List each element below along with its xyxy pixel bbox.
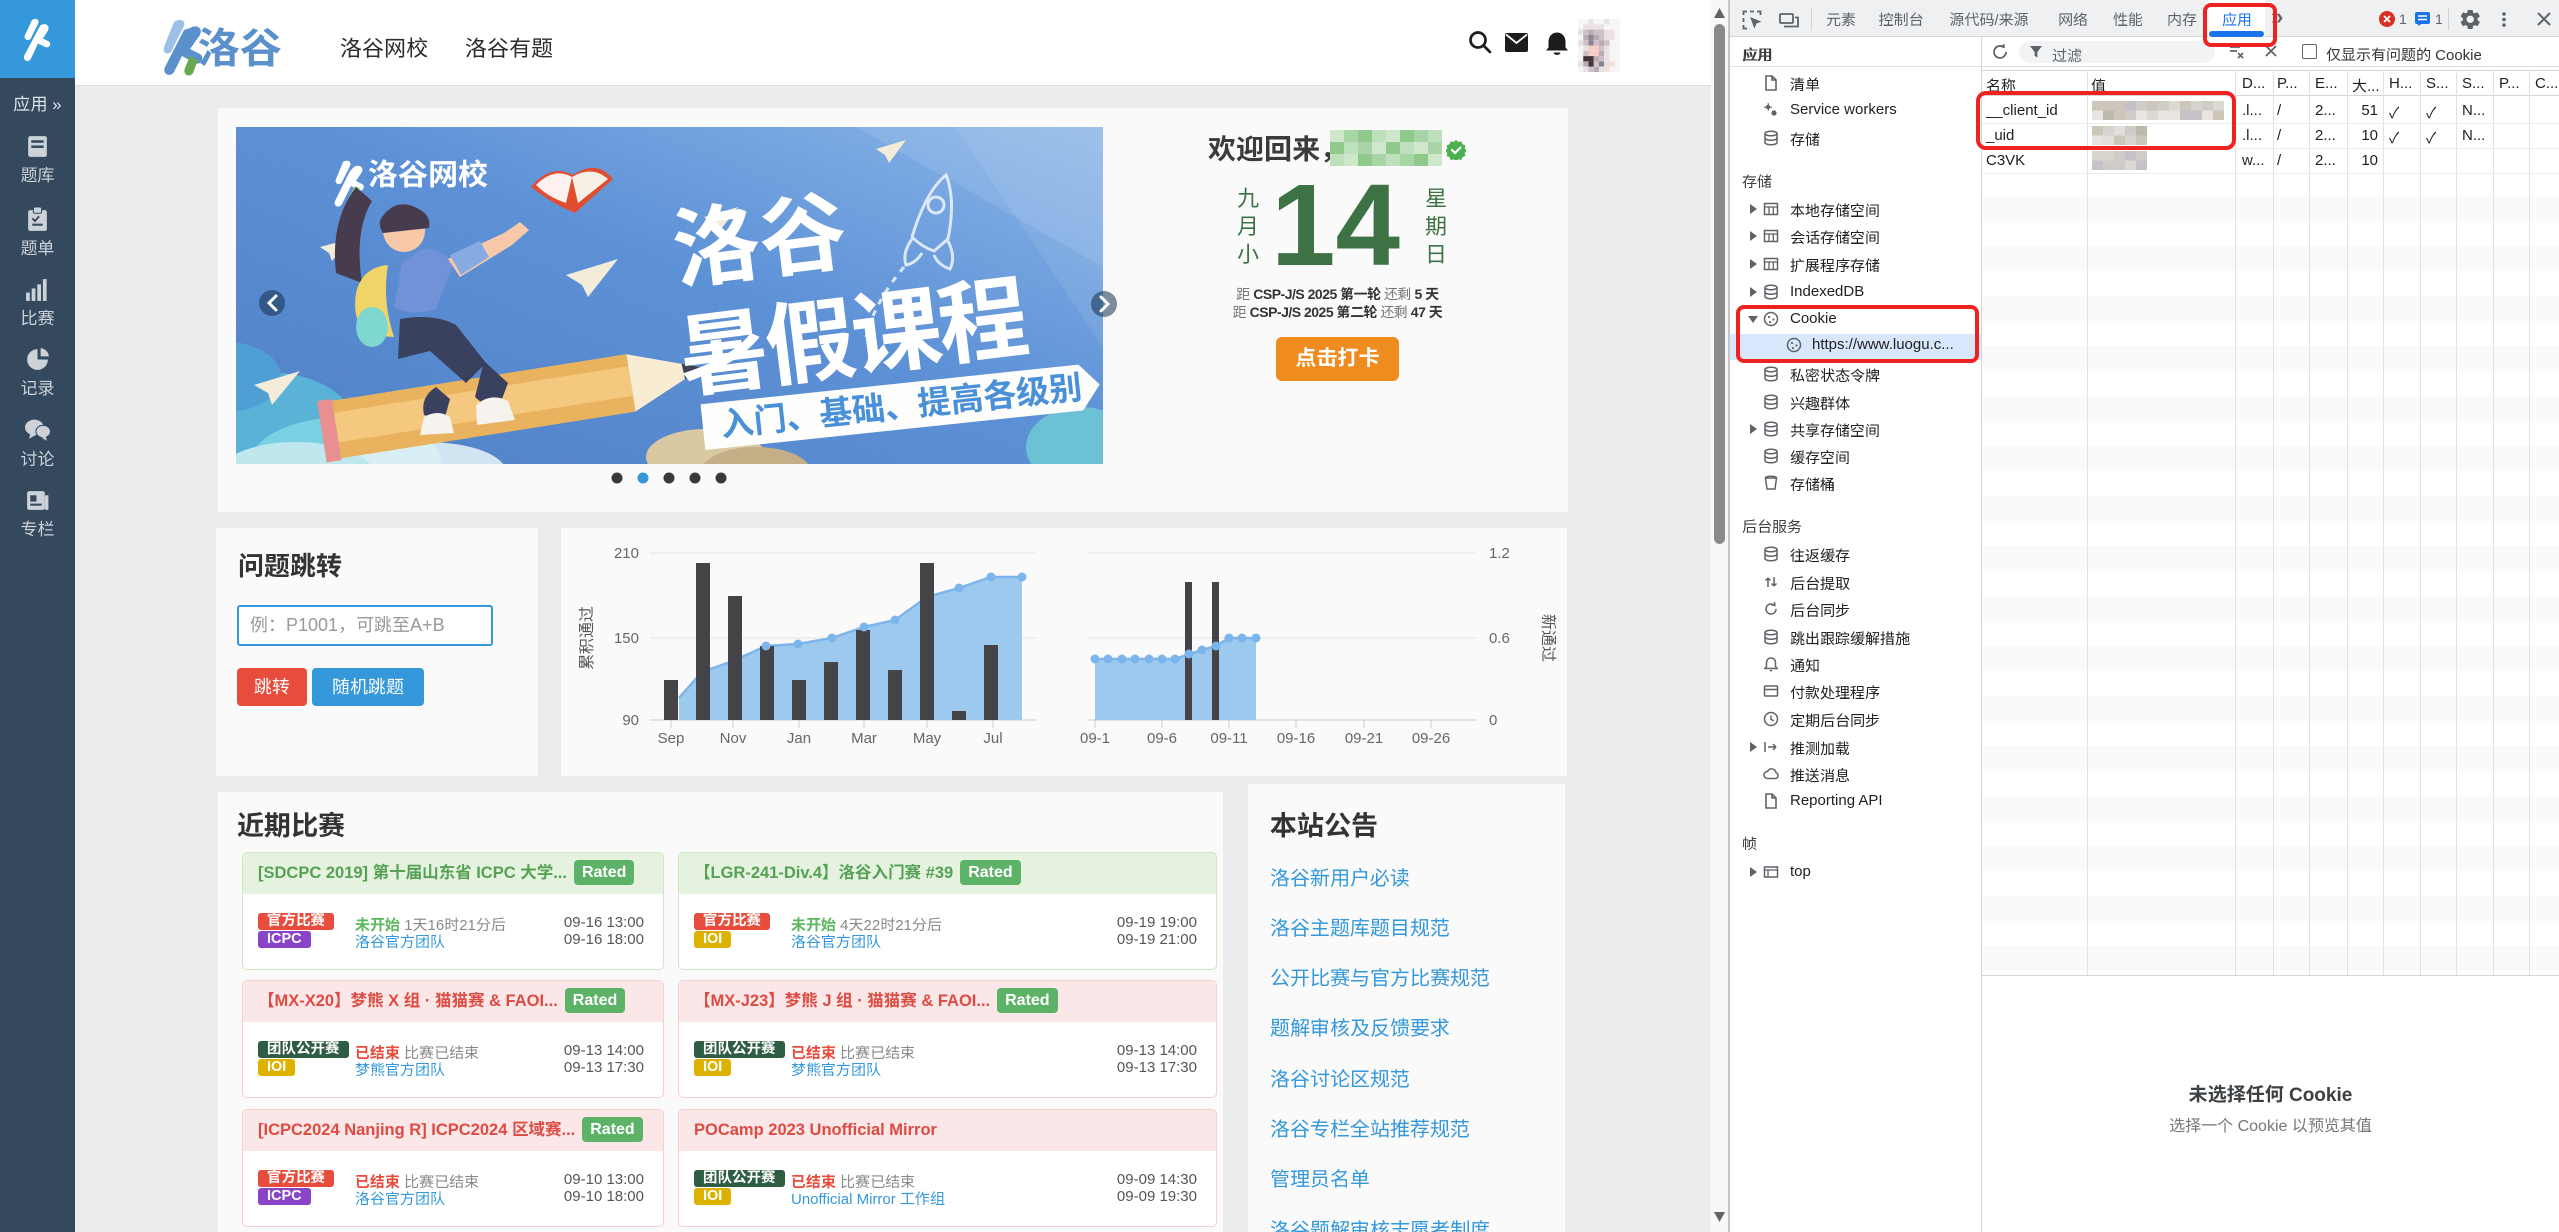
svg-text:0.6: 0.6 bbox=[1489, 630, 1510, 647]
svg-text:1: 1 bbox=[2435, 11, 2443, 27]
svg-text:洛谷网校: 洛谷网校 bbox=[368, 150, 488, 194]
svg-text:90: 90 bbox=[622, 712, 639, 729]
svg-text:150: 150 bbox=[614, 630, 639, 647]
svg-text:09-21: 09-21 bbox=[1345, 730, 1383, 747]
svg-text:09-6: 09-6 bbox=[1147, 730, 1177, 747]
svg-text:洛谷: 洛谷 bbox=[198, 16, 282, 76]
svg-text:09-16: 09-16 bbox=[1277, 730, 1315, 747]
svg-text:Mar: Mar bbox=[851, 730, 877, 747]
svg-text:May: May bbox=[913, 730, 942, 747]
svg-text:Nov: Nov bbox=[720, 730, 747, 747]
svg-text:Sep: Sep bbox=[658, 730, 685, 747]
svg-text:累积通过: 累积通过 bbox=[578, 606, 596, 670]
svg-text:09-26: 09-26 bbox=[1412, 730, 1450, 747]
svg-text:Jan: Jan bbox=[787, 730, 811, 747]
svg-text:210: 210 bbox=[614, 545, 639, 562]
svg-text:Jul: Jul bbox=[983, 730, 1002, 747]
svg-text:09-1: 09-1 bbox=[1080, 730, 1110, 747]
svg-text:1: 1 bbox=[2399, 11, 2407, 27]
svg-text:09-11: 09-11 bbox=[1210, 730, 1247, 747]
svg-text:新通过: 新通过 bbox=[1539, 614, 1557, 662]
svg-text:0: 0 bbox=[1489, 712, 1497, 729]
svg-text:1.2: 1.2 bbox=[1489, 545, 1510, 562]
